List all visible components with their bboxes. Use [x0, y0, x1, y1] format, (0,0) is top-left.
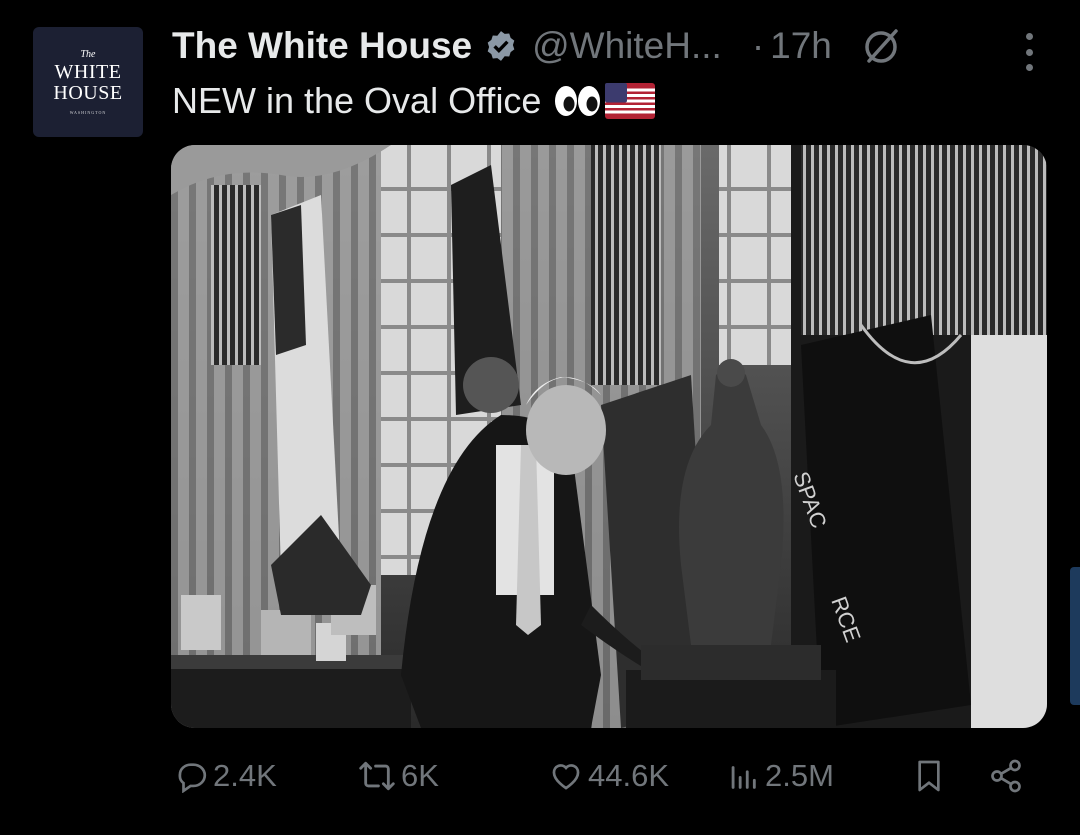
scrollbar[interactable]	[1070, 567, 1080, 705]
post-body: NEW in the Oval Office	[172, 80, 542, 121]
repost-count: 6K	[401, 758, 439, 793]
us-flag-emoji-icon	[605, 83, 656, 119]
reply-icon	[178, 763, 207, 793]
avatar[interactable]: The WHITE HOUSE WASHINGTON	[33, 27, 143, 137]
avatar-text-the: The	[80, 49, 96, 60]
avatar-text-white: WHITE	[54, 61, 122, 83]
share-button[interactable]	[988, 758, 1028, 794]
separator-dot: ·	[751, 25, 765, 66]
verified-badge-icon[interactable]	[484, 29, 518, 63]
avatar-text-washington: WASHINGTON	[69, 110, 107, 115]
account-name[interactable]: The White House	[172, 25, 472, 67]
views-icon	[731, 766, 756, 789]
post-time[interactable]: 17h	[770, 25, 832, 67]
eyes-emoji-icon	[553, 84, 603, 118]
share-icon	[991, 759, 1021, 793]
like-count: 44.6K	[588, 758, 670, 793]
action-bar: 2.4K 6K 44.6K 2.5M	[0, 750, 1080, 810]
views-count: 2.5M	[765, 758, 834, 793]
bookmark-icon	[918, 760, 940, 792]
more-vertical-icon[interactable]	[1023, 33, 1035, 71]
post-header: The White House @WhiteH... · 17h	[172, 22, 1080, 70]
post-text: NEW in the Oval Office	[172, 80, 656, 122]
avatar-text-house: HOUSE	[53, 82, 123, 104]
reply-count: 2.4K	[213, 758, 277, 793]
views-button[interactable]: 2.5M	[725, 758, 834, 794]
bookmark-button[interactable]	[913, 758, 949, 794]
like-icon	[552, 764, 580, 790]
repost-icon	[359, 761, 395, 791]
grok-icon[interactable]	[860, 25, 902, 67]
like-button[interactable]: 44.6K	[548, 758, 669, 794]
post-photo[interactable]: SPAC RCE	[171, 145, 1047, 728]
reply-button[interactable]: 2.4K	[175, 758, 277, 794]
account-handle[interactable]: @WhiteH...	[532, 25, 722, 67]
repost-button[interactable]: 6K	[357, 758, 439, 794]
